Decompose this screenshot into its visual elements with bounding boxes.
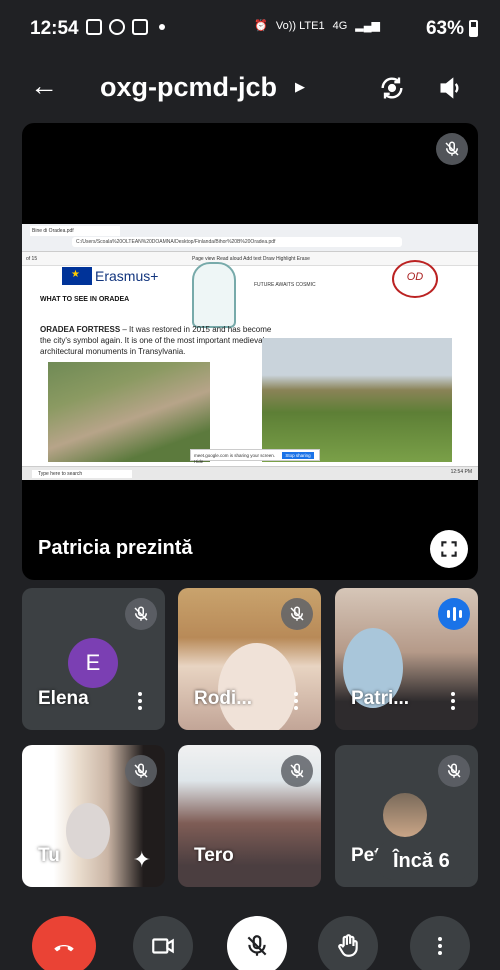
future-label: FUTURE AWAITS COSMIC xyxy=(254,282,316,288)
participant-name: Patri... xyxy=(351,688,410,709)
taskbar-time: 12:54 PM xyxy=(450,469,472,475)
call-end-icon xyxy=(54,945,74,952)
participant-tile-rodi[interactable]: Rodi... xyxy=(178,588,321,730)
browser-bar: Bine di Oradea.pdf C:/Users/Scoala%20OLT… xyxy=(22,224,478,252)
alarm-icon: ⏰ xyxy=(254,20,268,32)
participant-video xyxy=(218,643,296,730)
microphone-button[interactable] xyxy=(227,916,287,970)
more-vert-icon xyxy=(437,935,443,957)
more-participants-tile[interactable]: Pet Încă 6 xyxy=(335,745,478,887)
call-controls xyxy=(0,912,500,970)
stop-sharing-button: Stop sharing xyxy=(282,452,314,459)
fullscreen-button[interactable] xyxy=(430,530,468,568)
oradea-logo-text: OD xyxy=(406,271,424,283)
meeting-code[interactable]: oxg-pcmd-jcb xyxy=(100,72,277,103)
meeting-header: ← oxg-pcmd-jcb ▶ xyxy=(0,58,500,116)
hide-button: Hide xyxy=(194,459,204,464)
status-bar: 12:54 ⏰ Vo)) LTE1 4G ▂▄▆ 63% xyxy=(0,0,500,58)
participant-name: Tu xyxy=(38,845,60,866)
participant-name: Rodi... xyxy=(194,688,253,709)
arrow-back-icon[interactable]: ← xyxy=(30,72,58,100)
mic-off-icon xyxy=(125,598,157,630)
participant-name: Tero xyxy=(194,845,234,866)
caret-right-icon[interactable]: ▶ xyxy=(295,79,305,95)
slide-body: ORADEA FORTRESS – It was restored in 201… xyxy=(40,324,280,357)
participant-tile-elena[interactable]: E Elena xyxy=(22,588,165,730)
mic-off-icon xyxy=(125,755,157,787)
system-indicators: ⏰ Vo)) LTE1 4G ▂▄▆ xyxy=(254,19,380,33)
notification-icons xyxy=(86,19,165,35)
erasmus-logo: Erasmus+ xyxy=(62,266,158,286)
participant-tile-self[interactable]: Tu ✦ xyxy=(22,745,165,887)
battery-icon xyxy=(469,20,478,37)
mic-off-icon xyxy=(281,598,313,630)
videocam-icon xyxy=(152,938,174,954)
participant-tile-tero[interactable]: Tero xyxy=(178,745,321,887)
fullscreen-icon xyxy=(441,541,457,557)
presentation-tile[interactable]: Bine di Oradea.pdf C:/Users/Scoala%20OLT… xyxy=(22,123,478,580)
audio-level-icon xyxy=(438,598,470,630)
shared-screen: Bine di Oradea.pdf C:/Users/Scoala%20OLT… xyxy=(22,224,478,480)
slide-heading: WHAT TO SEE IN ORADEA xyxy=(40,296,130,303)
sparkle-icon[interactable]: ✦ xyxy=(133,847,151,873)
fortress-walls-photo xyxy=(262,338,452,462)
participant-tile-patri[interactable]: Patri... xyxy=(335,588,478,730)
oradea-logo: OD xyxy=(392,260,438,298)
camera-button[interactable] xyxy=(133,916,193,970)
end-call-button[interactable] xyxy=(32,916,96,970)
raise-hand-button[interactable] xyxy=(318,916,378,970)
share-banner-text: meet.google.com is sharing your screen. xyxy=(194,453,276,458)
screen-share-banner: meet.google.com is sharing your screen. … xyxy=(190,449,320,464)
network-type: 4G xyxy=(332,19,348,32)
avatar xyxy=(381,791,429,839)
erasmus-label: Erasmus+ xyxy=(95,268,159,284)
browser-tab: Bine di Oradea.pdf xyxy=(30,226,120,236)
wifi-calling-label: Vo)) LTE1 xyxy=(275,19,325,32)
image-icon xyxy=(86,19,102,35)
slide-body-bold: ORADEA FORTRESS xyxy=(40,325,121,334)
presenter-label: Patricia prezintă xyxy=(38,537,193,559)
battery-level: 63% xyxy=(425,18,464,39)
participant-video xyxy=(66,803,110,859)
pdf-page-count: of 15 xyxy=(26,256,38,262)
participant-name: Elena xyxy=(38,688,89,709)
video-notification-icon xyxy=(132,19,148,35)
browser-url: C:/Users/Scoala%20OLTEAN%20DOAMNA/Deskto… xyxy=(72,237,402,247)
whatsapp-icon xyxy=(109,19,125,35)
mic-off-icon xyxy=(436,133,468,165)
speaker-icon[interactable] xyxy=(437,74,465,102)
raise-hand-icon xyxy=(338,934,358,957)
mic-off-icon xyxy=(281,755,313,787)
more-options-button[interactable] xyxy=(410,916,470,970)
mic-off-icon xyxy=(438,755,470,787)
more-vert-icon[interactable] xyxy=(450,690,456,712)
more-vert-icon[interactable] xyxy=(137,690,143,712)
eu-flag-icon xyxy=(62,267,92,285)
switch-camera-icon[interactable] xyxy=(378,74,406,102)
dot-icon xyxy=(159,24,165,30)
more-participants-label: Încă 6 xyxy=(393,850,450,872)
more-vert-icon[interactable] xyxy=(293,690,299,712)
fortress-aerial-photo xyxy=(48,362,210,462)
slide-page: Erasmus+ WHAT TO SEE IN ORADEA FUTURE AW… xyxy=(40,260,458,466)
windows-taskbar: Type here to search 12:54 PM xyxy=(22,466,478,480)
robot-illustration xyxy=(192,262,236,328)
avatar: E xyxy=(68,638,118,688)
status-time: 12:54 xyxy=(30,18,79,39)
taskbar-search: Type here to search xyxy=(32,470,132,478)
mic-off-icon xyxy=(247,935,267,956)
signal-icon: ▂▄▆ xyxy=(355,20,380,32)
